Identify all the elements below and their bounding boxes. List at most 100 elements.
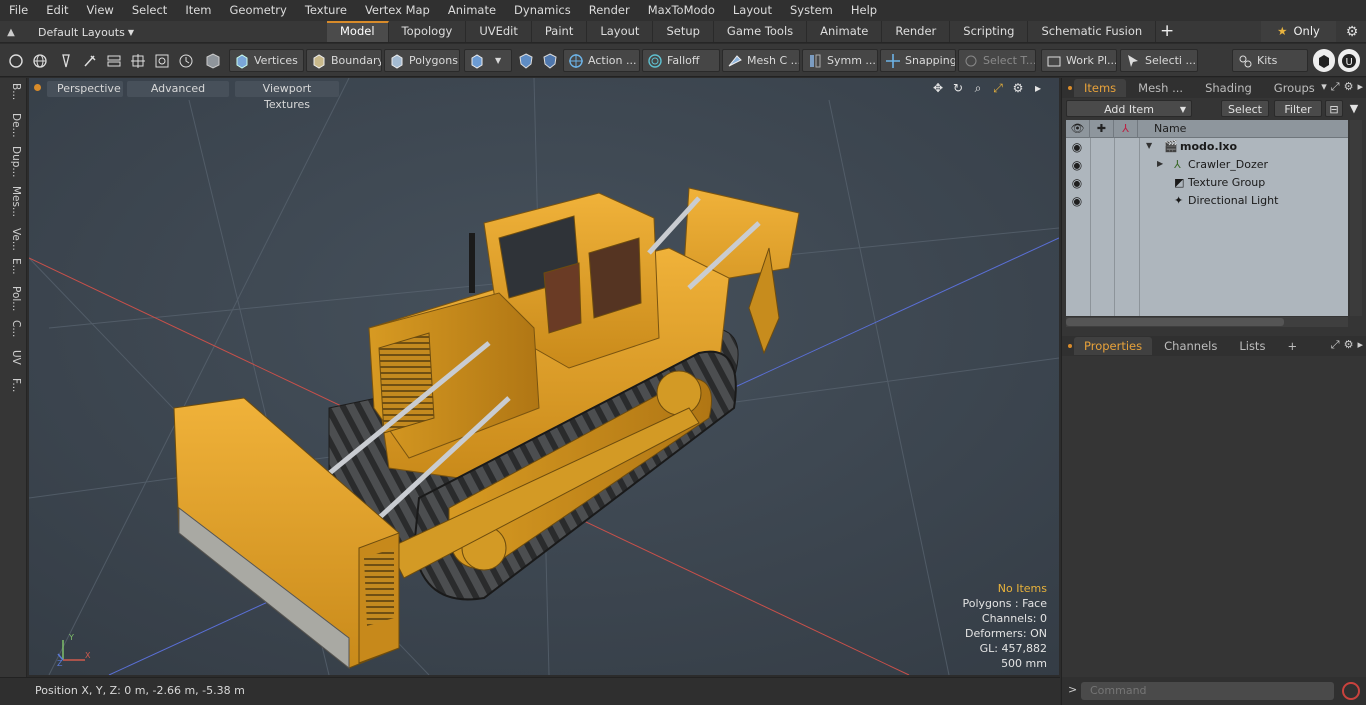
zoom-view-icon[interactable]: ⌕ — [971, 81, 985, 95]
left-tab-3[interactable]: Mes... — [4, 186, 22, 217]
left-tab-1[interactable]: De... — [4, 113, 22, 138]
tab-uvedit[interactable]: UVEdit — [466, 21, 532, 42]
tab-setup[interactable]: Setup — [653, 21, 714, 42]
viewport-gear-icon[interactable]: ⚙ — [1011, 81, 1025, 95]
panel-gear-icon[interactable]: ⚙ — [1344, 338, 1354, 352]
tab-topology[interactable]: Topology — [389, 21, 467, 42]
add-item-button[interactable]: Add Item ▼ — [1066, 100, 1192, 117]
vertical-scrollbar[interactable] — [1350, 120, 1362, 316]
play-icon[interactable]: ▸ — [1031, 81, 1045, 95]
polygons-button[interactable]: Polygons — [384, 49, 460, 72]
record-macro-icon[interactable] — [1342, 682, 1360, 700]
center-icon[interactable] — [128, 49, 148, 72]
kits-button[interactable]: Kits — [1232, 49, 1308, 72]
select-circle-icon[interactable] — [6, 49, 26, 72]
viewport-menu-dot[interactable] — [34, 84, 41, 91]
tab-schematic-fusion[interactable]: Schematic Fusion — [1028, 21, 1157, 42]
left-tab-4[interactable]: Ve... — [4, 228, 22, 251]
work-plane-button[interactable]: Work Pl... — [1041, 49, 1117, 72]
menu-dynamics[interactable]: Dynamics — [505, 0, 580, 21]
tab-mesh[interactable]: Mesh ... — [1128, 79, 1193, 97]
left-tab-5[interactable]: E... — [4, 258, 22, 275]
tab-render[interactable]: Render — [882, 21, 951, 42]
tab-animate[interactable]: Animate — [807, 21, 883, 42]
menu-geometry[interactable]: Geometry — [221, 0, 296, 21]
selection-sets-button[interactable]: Selecti ... — [1120, 49, 1198, 72]
name-column-header[interactable]: Name — [1154, 122, 1186, 135]
visibility-column-icon[interactable]: 👁 — [1066, 120, 1090, 138]
shield-alt-icon[interactable] — [540, 49, 560, 72]
advanced-button[interactable]: Advanced — [127, 81, 229, 97]
only-button[interactable]: ★ Only — [1261, 21, 1336, 42]
menu-animate[interactable]: Animate — [439, 0, 505, 21]
menu-view[interactable]: View — [78, 0, 123, 21]
symmetry-button[interactable]: Symm ... — [802, 49, 878, 72]
render-column-icon[interactable]: ⅄ — [1114, 120, 1138, 138]
action-center-button[interactable]: Action ... — [563, 49, 640, 72]
left-tab-6[interactable]: Pol... — [4, 286, 22, 311]
viewport-textures-button[interactable]: Viewport Textures — [235, 81, 339, 111]
left-tab-8[interactable]: UV — [4, 350, 22, 365]
expand-icon[interactable]: ⤢ — [1331, 338, 1340, 352]
lock-column-icon[interactable]: ✚ — [1090, 120, 1114, 138]
collapse-list-icon[interactable]: ⊟ — [1325, 100, 1343, 117]
expand-triangle-icon[interactable]: ▶ — [1157, 159, 1163, 168]
list-item[interactable]: ◉ ◩ Texture Group — [1066, 174, 1348, 192]
rotate-view-icon[interactable]: ↻ — [951, 81, 965, 95]
eye-icon[interactable]: ◉ — [1070, 194, 1084, 208]
gear-icon[interactable]: ⚙ — [1344, 24, 1360, 40]
layout-selector[interactable]: ▲ Default Layouts ▼ — [0, 21, 134, 43]
left-tab-9[interactable]: F... — [4, 378, 22, 392]
scrollbar-thumb[interactable] — [1066, 318, 1284, 326]
maximize-icon[interactable]: ⤢ — [991, 81, 1005, 95]
tab-game-tools[interactable]: Game Tools — [714, 21, 808, 42]
eye-icon[interactable]: ◉ — [1070, 140, 1084, 154]
chevron-down-icon[interactable]: ▾ — [1321, 80, 1327, 94]
3d-viewport[interactable]: Perspective Advanced Viewport Textures ✥… — [29, 78, 1059, 675]
add-tab-icon[interactable]: + — [1277, 337, 1307, 355]
menu-edit[interactable]: Edit — [37, 0, 77, 21]
menu-file[interactable]: File — [0, 0, 37, 21]
list-item[interactable]: ◉ ▶ ⅄ Crawler_Dozer — [1066, 156, 1348, 174]
expand-icon[interactable]: ⤢ — [1331, 80, 1340, 94]
panel-gear-icon[interactable]: ⚙ — [1344, 80, 1354, 94]
vertices-button[interactable]: Vertices — [229, 49, 304, 72]
globe-icon[interactable] — [30, 49, 50, 72]
play-icon[interactable]: ▸ — [1357, 338, 1363, 352]
horizontal-scrollbar[interactable] — [1066, 317, 1348, 327]
brush-icon[interactable] — [80, 49, 100, 72]
menu-select[interactable]: Select — [123, 0, 176, 21]
tab-model[interactable]: Model — [327, 21, 389, 42]
move-view-icon[interactable]: ✥ — [931, 81, 945, 95]
tab-scripting[interactable]: Scripting — [950, 21, 1029, 42]
expand-triangle-icon[interactable]: ▼ — [1146, 141, 1152, 150]
clock-icon[interactable] — [176, 49, 196, 72]
tab-lists[interactable]: Lists — [1229, 337, 1275, 355]
menu-vertex-map[interactable]: Vertex Map — [356, 0, 439, 21]
snap-box-icon[interactable] — [152, 49, 172, 72]
perspective-button[interactable]: Perspective — [47, 81, 123, 97]
play-icon[interactable]: ▸ — [1357, 80, 1363, 94]
left-tab-7[interactable]: C... — [4, 320, 22, 337]
select-button[interactable]: Select — [1221, 100, 1269, 117]
align-icon[interactable] — [104, 49, 124, 72]
menu-texture[interactable]: Texture — [296, 0, 356, 21]
boundary-button[interactable]: Boundary — [306, 49, 382, 72]
menu-item[interactable]: Item — [176, 0, 220, 21]
mesh-constraint-button[interactable]: Mesh C ... — [722, 49, 800, 72]
tab-groups[interactable]: Groups — [1264, 79, 1325, 97]
menu-maxtomodo[interactable]: MaxToModo — [639, 0, 724, 21]
item-mode-button[interactable]: ▼ — [464, 49, 512, 72]
menu-help[interactable]: Help — [842, 0, 886, 21]
list-item[interactable]: ◉ ▼ 🎬 modo.lxo — [1066, 138, 1348, 156]
left-tab-0[interactable]: B... — [4, 83, 22, 100]
tab-properties[interactable]: Properties — [1074, 337, 1153, 355]
unreal-icon[interactable]: U — [1338, 49, 1360, 72]
menu-layout[interactable]: Layout — [724, 0, 781, 21]
tab-shading[interactable]: Shading — [1195, 79, 1262, 97]
command-input[interactable] — [1081, 682, 1334, 700]
list-item[interactable]: ◉ ✦ Directional Light — [1066, 192, 1348, 210]
pen-icon[interactable] — [56, 49, 76, 72]
filter-button[interactable]: Filter — [1274, 100, 1322, 117]
falloff-button[interactable]: Falloff — [642, 49, 720, 72]
